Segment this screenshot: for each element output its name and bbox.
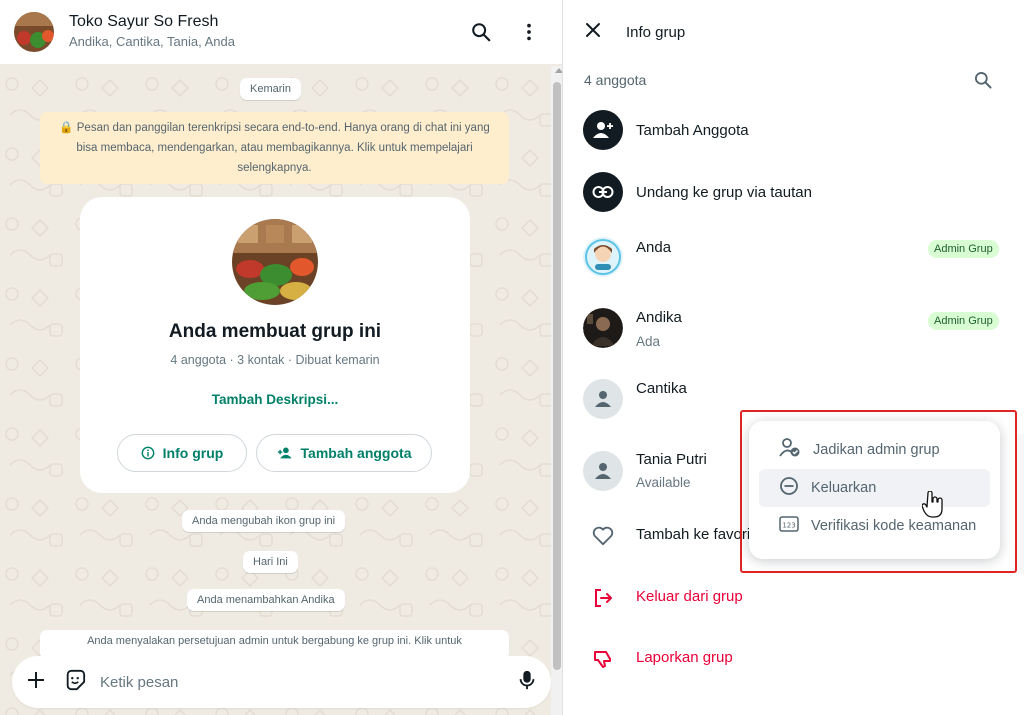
chat-title: Toko Sayur So Fresh [69,13,219,30]
remove-member-label: Keluarkan [811,480,877,496]
group-created-card: Anda membuat grup ini 4 anggota · 3 kont… [80,197,470,493]
admin-badge: Admin Grup [928,312,999,330]
avatar [583,237,623,277]
scroll-up-arrow-icon[interactable] [555,68,562,73]
chat-participants: Andika, Cantika, Tania, Anda [69,34,235,49]
remove-member-menu-item[interactable]: Keluarkan [759,469,990,507]
scrollbar-thumb[interactable] [553,82,561,670]
encryption-notice[interactable]: 🔒 Pesan dan panggilan terenkripsi secara… [40,112,509,184]
members-count: 4 anggota [584,72,647,88]
default-avatar-icon [583,451,623,491]
search-icon[interactable] [461,12,501,52]
pane-edge [1016,434,1024,574]
chat-title-area[interactable]: Toko Sayur So Fresh Andika, Cantika, Tan… [69,12,453,52]
add-favorite-label: Tambah ke favorit [636,526,755,543]
group-avatar[interactable] [14,12,54,52]
chat-pane: Toko Sayur So Fresh Andika, Cantika, Tan… [0,0,563,715]
minus-circle-icon [779,476,799,500]
invite-link-label: Undang ke grup via tautan [636,184,812,201]
report-group-row[interactable]: Laporkan grup [564,641,1024,677]
member-status: Available [636,475,691,490]
leave-group-row[interactable]: Keluar dari grup [564,580,1024,616]
add-member-label: Tambah Anggota [636,122,749,139]
verify-security-code-menu-item[interactable]: 123 Verifikasi kode keamanan [759,507,990,545]
message-input[interactable]: Ketik pesan [100,674,517,691]
search-members-icon[interactable] [968,66,998,94]
heart-icon [583,516,623,556]
svg-text:123: 123 [782,522,795,530]
user-check-icon [779,438,801,462]
add-member-row[interactable]: Tambah Anggota [564,110,1024,154]
make-admin-label: Jadikan admin grup [813,442,940,458]
member-name: Cantika [636,380,687,397]
leave-group-label: Keluar dari grup [636,588,743,605]
info-header: Info grup [564,0,1024,64]
exit-icon [583,578,623,618]
add-member-button-label: Tambah anggota [300,445,412,461]
member-status: Ada [636,334,661,349]
card-title: Anda membuat grup ini [168,321,382,342]
avatar [583,308,623,348]
chat-scrollbar[interactable] [551,66,562,715]
add-person-icon [583,110,623,150]
verify-security-code-label: Verifikasi kode keamanan [811,518,977,534]
default-avatar-icon [583,379,623,419]
member-name: Anda [636,239,672,256]
member-context-menu: Jadikan admin grup Keluarkan 123 Verifik… [749,421,1000,559]
sticker-icon[interactable] [64,669,86,696]
invite-link-row[interactable]: Undang ke grup via tautan [564,172,1024,216]
link-icon [583,172,623,212]
more-vertical-icon[interactable] [509,12,549,52]
number-pad-icon: 123 [779,516,799,536]
date-separator-today: Hari Ini [243,551,298,573]
hand-cursor-icon [921,490,944,524]
admin-badge: Admin Grup [928,240,999,258]
member-name: Andika [636,309,682,326]
plus-icon[interactable] [26,670,46,695]
group-info-button-label: Info grup [162,445,224,461]
add-person-icon [277,447,292,459]
microphone-icon[interactable] [517,669,537,696]
group-info-button[interactable]: Info grup [117,434,247,472]
member-row[interactable]: Anda Admin Grup [564,237,1024,281]
card-subtitle: 4 anggota · 3 kontak · Dibuat kemarin [170,353,380,367]
system-message-added: Anda menambahkan Andika [187,589,345,611]
date-separator-yesterday: Kemarin [240,78,301,100]
message-composer: Ketik pesan [12,656,551,708]
close-icon[interactable] [584,21,602,44]
report-group-label: Laporkan grup [636,649,733,666]
add-member-button[interactable]: Tambah anggota [256,434,432,472]
add-description-link[interactable]: Tambah Deskripsi... [80,392,470,407]
info-icon [141,446,155,460]
make-admin-menu-item[interactable]: Jadikan admin grup [759,431,990,469]
group-avatar-large[interactable] [232,219,318,305]
info-title: Info grup [626,23,686,41]
member-name: Tania Putri [636,451,707,468]
member-row[interactable]: Andika Ada Admin Grup [564,308,1024,352]
group-info-pane: Info grup 4 anggota Tambah Anggota Undan… [564,0,1024,715]
system-message-icon-changed: Anda mengubah ikon grup ini [182,510,346,532]
thumbs-down-icon [583,639,623,679]
chat-header: Toko Sayur So Fresh Andika, Cantika, Tan… [0,0,562,64]
